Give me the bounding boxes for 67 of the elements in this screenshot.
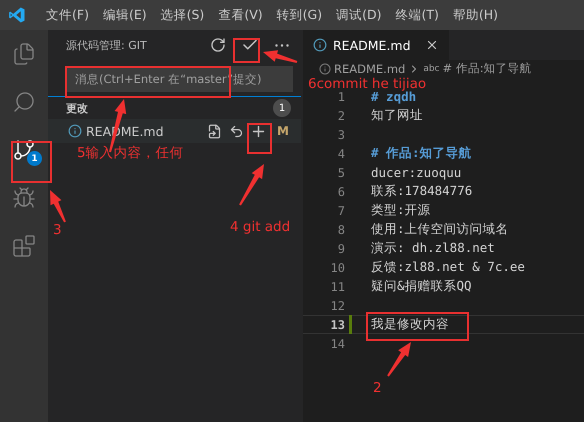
- files-icon: [12, 42, 36, 66]
- source-control-tab[interactable]: 1: [8, 132, 40, 168]
- arrow: [263, 50, 298, 63]
- code-line: 我是修改内容: [371, 316, 449, 333]
- annotation-text: 2: [373, 381, 382, 395]
- highlight-frame: [11, 141, 52, 183]
- count-badge: 1: [273, 99, 291, 117]
- breadcrumb-item[interactable]: # 作品:知了导航: [442, 61, 532, 76]
- menu-item[interactable]: 编辑(E): [96, 6, 153, 24]
- group-title: 更改: [66, 100, 89, 116]
- info-icon: [319, 62, 331, 74]
- branch-icon: [12, 138, 36, 162]
- extensions-icon: [12, 234, 36, 258]
- code-line: 演示: dh.zl88.net: [371, 240, 495, 257]
- open-file-icon: [206, 124, 222, 138]
- info-icon: [68, 124, 82, 138]
- line-number: 5: [336, 166, 345, 180]
- line-number: 12: [330, 298, 345, 312]
- code-line: 疑问&捐赠联系QQ: [371, 278, 472, 295]
- line-number: 9: [336, 242, 345, 256]
- search-icon: [12, 90, 36, 114]
- annotation-text: 3: [53, 223, 62, 237]
- highlight-frame: [233, 38, 260, 63]
- highlight-frame: [247, 123, 272, 154]
- line-number: 13: [330, 318, 345, 332]
- heading-line: # 作品:知了导航: [371, 145, 472, 162]
- line-number: 4: [336, 146, 345, 160]
- code-line: 知了网址: [371, 107, 423, 124]
- line-number: 7: [336, 204, 345, 218]
- app-logo: [8, 6, 26, 24]
- refresh-icon: [210, 37, 226, 53]
- code-line: 反馈:zl88.net & 7c.ee: [371, 259, 525, 276]
- menu-item[interactable]: 帮助(H): [446, 6, 504, 24]
- menu-item[interactable]: 查看(V): [212, 6, 269, 24]
- menu-item[interactable]: 文件(F): [40, 6, 95, 24]
- status-letter: M: [277, 124, 289, 138]
- arrow: [50, 190, 66, 222]
- bug-icon: [12, 186, 36, 210]
- line-number: 10: [330, 260, 345, 274]
- annotation-text: 5输入内容，任何: [77, 146, 184, 160]
- line-number: 11: [330, 280, 345, 294]
- editor-tab[interactable]: README.md: [303, 30, 449, 60]
- annotation-text: 4 git add: [230, 220, 290, 234]
- menu-item[interactable]: 调试(D): [330, 6, 388, 24]
- menu-item[interactable]: 选择(S): [154, 6, 210, 24]
- menu-item[interactable]: 转到(G): [270, 6, 328, 24]
- line-number: 14: [330, 336, 345, 350]
- count-badge: 1: [27, 151, 42, 166]
- code-line: ducer:zuoquu: [371, 165, 462, 180]
- line-number: 1: [336, 90, 345, 104]
- info-icon: [313, 38, 327, 52]
- annotation-text: 6commit he tijiao: [308, 77, 426, 91]
- breadcrumb-item[interactable]: README.md: [334, 62, 406, 76]
- line-number: 8: [336, 222, 345, 236]
- line-number: 2: [336, 108, 345, 122]
- panel-title: 源代码管理: GIT: [66, 38, 148, 52]
- code-line: 类型:开源: [371, 202, 431, 219]
- breadcrumb-item[interactable]: abc: [423, 64, 440, 74]
- more-icon: [275, 44, 289, 46]
- code-line: 使用:上传空间访问域名: [371, 221, 509, 238]
- arrow: [239, 164, 264, 206]
- menu-item[interactable]: 终端(T): [389, 6, 445, 24]
- code-line: 联系:178484776: [371, 183, 472, 200]
- arrow: [387, 342, 411, 377]
- line-number: 3: [336, 128, 345, 142]
- line-number: 6: [336, 184, 345, 198]
- undo-icon: [228, 124, 244, 138]
